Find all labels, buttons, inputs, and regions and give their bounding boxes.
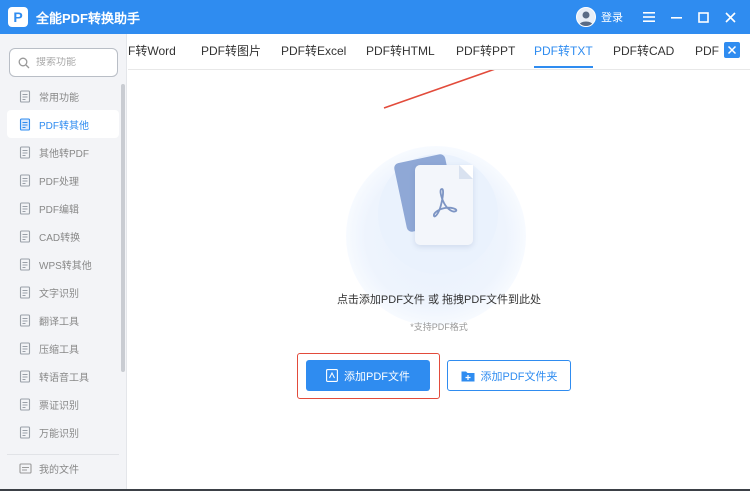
sidebar-item[interactable]: 翻译工具 (7, 306, 119, 334)
tab-item[interactable]: PDF转Excel (281, 34, 346, 69)
tab-item[interactable]: PDF转图片 (201, 34, 261, 69)
tab-item[interactable]: PDF转PPT (456, 34, 515, 69)
document-fold-icon (459, 165, 473, 179)
menu-button[interactable] (637, 5, 661, 29)
sidebar-item-my-files[interactable]: 我的文件 (7, 454, 119, 482)
drop-zone[interactable]: 点击添加PDF文件 或 拖拽PDF文件到此处 *支持PDF格式 添加PDF文件 … (128, 70, 750, 491)
app-logo: P (8, 7, 28, 27)
sidebar-item[interactable]: 转语音工具 (7, 362, 119, 390)
pdf-export-icon (18, 117, 32, 131)
pdf-import-icon (18, 145, 32, 159)
app-logo-letter: P (13, 9, 23, 25)
sidebar-item[interactable]: PDF转其他 (7, 110, 119, 138)
search-icon (18, 57, 30, 68)
title-controls: 登录 (576, 0, 750, 34)
add-pdf-folder-button[interactable]: 添加PDF文件夹 (447, 360, 571, 391)
tab-item[interactable]: PDF (695, 34, 719, 69)
tab-item[interactable]: PDF转HTML (366, 34, 435, 69)
minimize-icon (670, 16, 682, 19)
sidebar-item-label: PDF处理 (39, 176, 79, 188)
add-pdf-file-button[interactable]: 添加PDF文件 (306, 360, 430, 391)
sidebar-item-label: PDF转其他 (39, 120, 89, 132)
user-avatar-icon (579, 11, 593, 26)
home-grid-icon (18, 89, 32, 103)
sidebar-item[interactable]: 其他转PDF (7, 138, 119, 166)
maximize-button[interactable] (691, 5, 715, 29)
speech-icon (18, 369, 32, 383)
sidebar-item[interactable]: CAD转换 (7, 222, 119, 250)
drop-hint: 点击添加PDF文件 或 拖拽PDF文件到此处 (336, 294, 542, 306)
translate-icon (18, 313, 32, 327)
sidebar-item[interactable]: PDF处理 (7, 166, 119, 194)
add-pdf-file-label: 添加PDF文件 (344, 370, 410, 383)
maximize-icon (697, 11, 709, 23)
minimize-button[interactable] (664, 5, 688, 29)
avatar[interactable] (576, 7, 596, 27)
sidebar-item-label: 万能识别 (39, 428, 79, 440)
title-bar: P 全能PDF转换助手 登录 (0, 0, 750, 34)
add-file-icon (326, 369, 338, 382)
sidebar-item-label: 常用功能 (39, 92, 79, 104)
sidebar-item-label: CAD转换 (39, 232, 81, 244)
sidebar-item-label: PDF编辑 (39, 204, 79, 216)
sidebar-item-label: 其他转PDF (39, 148, 89, 160)
close-icon (724, 11, 736, 23)
ticket-icon (18, 397, 32, 411)
pdf-process-icon (18, 173, 32, 187)
cad-icon (18, 229, 32, 243)
sidebar-item[interactable]: 常用功能 (7, 82, 119, 110)
tab-item[interactable]: PDF转CAD (613, 34, 674, 69)
sidebar-item[interactable]: 票证识别 (7, 390, 119, 418)
sidebar-item[interactable]: PDF编辑 (7, 194, 119, 222)
search-input[interactable] (36, 57, 106, 68)
tab-scroll-button[interactable] (724, 42, 740, 58)
sidebar-item[interactable]: 万能识别 (7, 418, 119, 446)
ocr-icon (18, 285, 32, 299)
app-title: 全能PDF转换助手 (36, 10, 141, 26)
scan-icon (18, 425, 32, 439)
double-chevron-icon (727, 45, 737, 55)
close-button[interactable] (718, 5, 742, 29)
hamburger-icon (643, 12, 655, 22)
sidebar-item-label: 文字识别 (39, 288, 79, 300)
format-hint: *支持PDF格式 (410, 322, 468, 332)
tab-item[interactable]: F转Word (128, 34, 176, 69)
login-link[interactable]: 登录 (601, 9, 623, 25)
sidebar-item-label: 翻译工具 (39, 316, 79, 328)
sidebar-item-label: 转语音工具 (39, 372, 89, 384)
tab-item[interactable]: PDF转TXT (534, 34, 593, 69)
sidebar-nav: 常用功能 PDF转其他 其他转PDF PDF处理 PDF编辑 CAD转换 WPS转其他 文字识… (7, 82, 119, 446)
compress-icon (18, 341, 32, 355)
add-folder-icon (461, 370, 475, 382)
add-pdf-folder-label: 添加PDF文件夹 (480, 370, 558, 383)
wps-icon (18, 257, 32, 271)
sidebar: 常用功能 PDF转其他其他转PDF PDF处理 PDF编辑 CAD转换 WPS转其他文字识… (0, 34, 127, 491)
pdf-document-icon (415, 165, 473, 245)
sidebar-item-label: WPS转其他 (39, 260, 92, 272)
folder-icon (18, 462, 32, 476)
acrobat-icon (433, 188, 458, 218)
sidebar-item[interactable]: WPS转其他 (7, 250, 119, 278)
sidebar-item-label: 压缩工具 (39, 344, 79, 356)
pdf-edit-icon (18, 201, 32, 215)
tab-bar: F转Word PDF转图片 PDF转Excel PDF转HTML PDF转PPT PDF转… (128, 34, 750, 70)
sidebar-item-label: 我的文件 (39, 465, 79, 476)
sidebar-item-label: 票证识别 (39, 400, 79, 412)
search-box[interactable] (9, 48, 118, 77)
sidebar-scrollbar[interactable] (121, 84, 125, 372)
sidebar-item[interactable]: 压缩工具 (7, 334, 119, 362)
sidebar-item[interactable]: 文字识别 (7, 278, 119, 306)
